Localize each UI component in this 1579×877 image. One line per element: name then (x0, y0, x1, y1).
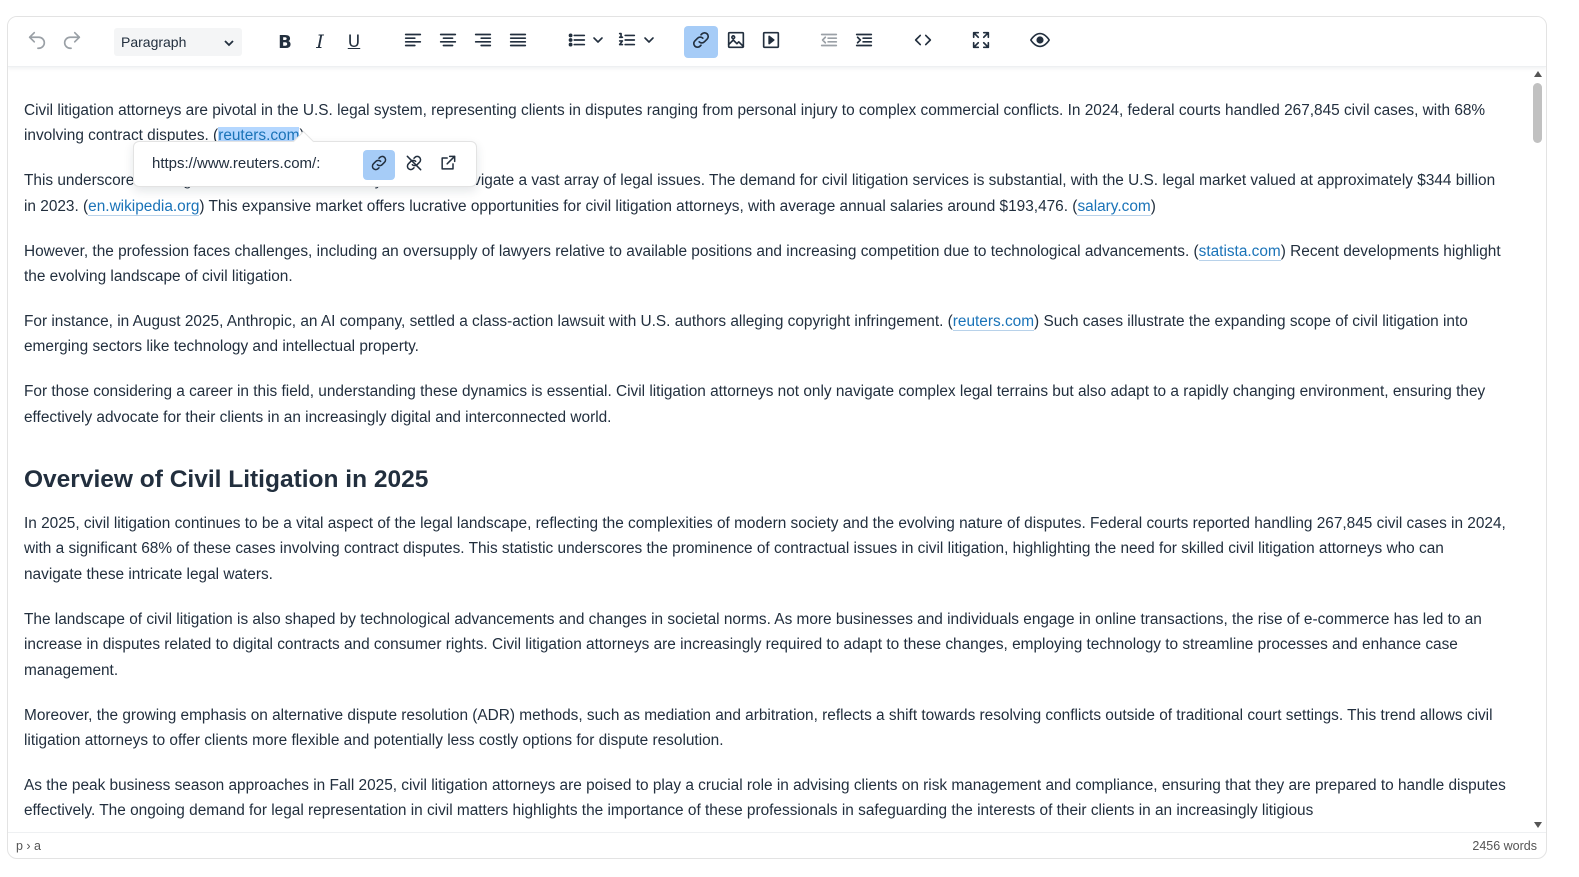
fullscreen-icon (970, 29, 992, 56)
italic-button[interactable]: I (307, 26, 333, 58)
edit-link-button[interactable] (363, 150, 395, 180)
align-center-button[interactable] (435, 26, 461, 58)
underline-button[interactable]: U (341, 26, 367, 58)
image-icon (725, 29, 747, 56)
numbered-list-icon (616, 29, 638, 56)
open-link-button[interactable] (432, 150, 464, 180)
paragraph: Moreover, the growing emphasis on altern… (24, 706, 1493, 749)
paragraph: In 2025, civil litigation continues to b… (24, 515, 1506, 583)
paragraph: The landscape of civil litigation is als… (24, 610, 1482, 679)
external-link-icon (438, 153, 458, 178)
align-right-icon (472, 29, 494, 56)
bullet-list-icon (566, 29, 588, 56)
align-justify-icon (507, 29, 529, 56)
status-bar: p › a 2456 words (8, 832, 1546, 858)
insert-media-button[interactable] (758, 26, 784, 58)
link-button[interactable] (684, 26, 718, 58)
undo-button[interactable] (25, 26, 49, 58)
align-right-button[interactable] (470, 26, 496, 58)
block-format-label: Paragraph (121, 34, 187, 50)
underline-icon: U (347, 32, 361, 52)
editor-toolbar: Paragraph B I U (8, 17, 1546, 67)
indent-button[interactable] (851, 26, 877, 58)
preview-icon (1029, 29, 1051, 56)
chevron-down-icon (643, 33, 655, 51)
align-left-button[interactable] (400, 26, 426, 58)
link-context-popup: https://www.reuters.com/: (133, 141, 477, 187)
chevron-down-icon (592, 33, 604, 51)
align-left-icon (402, 29, 424, 56)
paragraph: For those considering a career in this f… (24, 383, 1486, 426)
paragraph: However, the profession faces challenges… (24, 242, 1501, 286)
insert-image-button[interactable] (723, 26, 749, 58)
code-icon (912, 29, 934, 56)
redo-icon (61, 29, 83, 56)
word-count[interactable]: 2456 words (1472, 839, 1537, 853)
numbered-list-options-button[interactable] (642, 26, 656, 58)
bullet-list-options-button[interactable] (591, 26, 605, 58)
block-format-select[interactable]: Paragraph (114, 28, 242, 56)
link-icon (369, 153, 389, 178)
align-justify-button[interactable] (505, 26, 531, 58)
media-icon (760, 29, 782, 56)
undo-icon (26, 29, 48, 56)
italic-icon: I (316, 31, 324, 53)
section-heading: Overview of Civil Litigation in 2025 (24, 466, 429, 494)
redo-button[interactable] (60, 26, 84, 58)
link-icon (690, 29, 712, 56)
link-reuters[interactable]: reuters.com (952, 312, 1035, 331)
bullet-list-button[interactable] (564, 26, 590, 58)
scroll-down-arrow-icon[interactable] (1534, 822, 1542, 828)
element-path[interactable]: p › a (16, 839, 41, 853)
fullscreen-button[interactable] (968, 26, 994, 58)
paragraph: As the peak business season approaches i… (24, 776, 1506, 820)
outdent-icon (818, 29, 840, 56)
paragraph: For instance, in August 2025, Anthropic,… (24, 312, 1468, 356)
preview-button[interactable] (1025, 26, 1055, 58)
bold-button[interactable]: B (272, 26, 298, 58)
outdent-button[interactable] (816, 26, 842, 58)
numbered-list-button[interactable] (614, 26, 640, 58)
scroll-up-arrow-icon[interactable] (1534, 71, 1542, 77)
remove-link-button[interactable] (398, 150, 430, 180)
indent-icon (853, 29, 875, 56)
chevron-down-icon (223, 36, 235, 52)
align-center-icon (437, 29, 459, 56)
scrollbar-thumb[interactable] (1533, 83, 1542, 143)
link-url-text[interactable]: https://www.reuters.com/: (152, 155, 336, 172)
unlink-icon (404, 153, 424, 178)
link-statista[interactable]: statista.com (1198, 242, 1281, 261)
link-salary[interactable]: salary.com (1077, 197, 1151, 216)
link-wikipedia[interactable]: en.wikipedia.org (88, 197, 200, 216)
source-code-button[interactable] (910, 26, 936, 58)
bold-icon: B (278, 31, 292, 53)
vertical-scrollbar[interactable] (1530, 68, 1546, 832)
